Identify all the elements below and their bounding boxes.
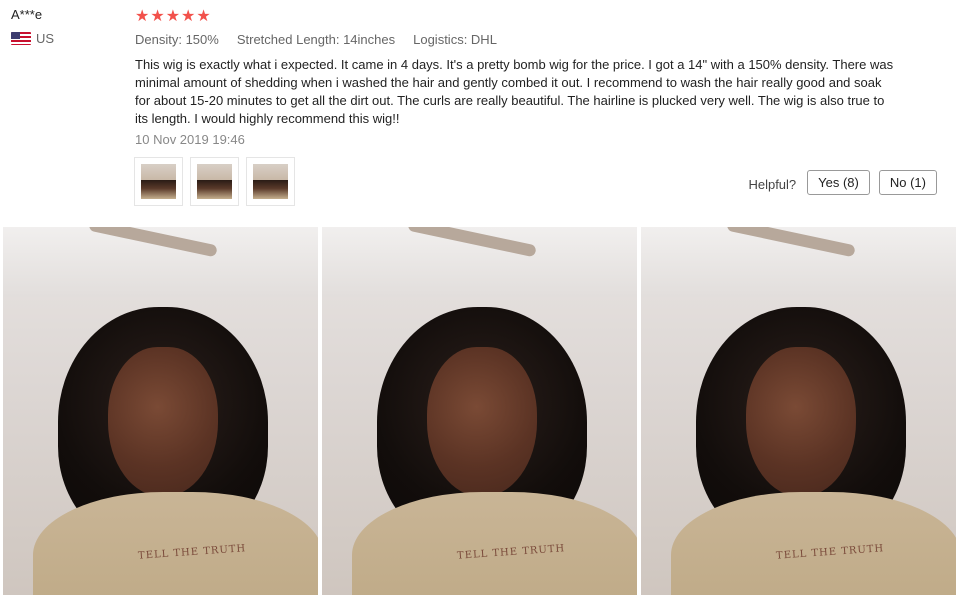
- star-icon: ★: [150, 6, 165, 25]
- photo-face: [746, 347, 856, 497]
- review-date: 10 Nov 2019 19:46: [135, 132, 245, 147]
- product-attributes: Density: 150% Stretched Length: 14inches…: [135, 32, 945, 47]
- helpful-vote: Helpful? Yes (8) No (1): [748, 170, 937, 195]
- photo-hoodie: [33, 492, 318, 595]
- thumbnail-2[interactable]: [190, 157, 239, 206]
- photo-hoodie: [671, 492, 956, 595]
- helpful-label: Helpful?: [748, 177, 797, 192]
- photo-thumbnails: [134, 157, 295, 206]
- photo-face: [108, 347, 218, 497]
- star-icon: ★: [165, 6, 181, 25]
- photo-face: [427, 347, 537, 497]
- star-icon: ★: [135, 6, 150, 25]
- thumbnail-image: [141, 164, 176, 199]
- review-photo-2[interactable]: TELL THE TRUTH: [322, 227, 637, 595]
- reviewer-name: A***e: [11, 7, 43, 22]
- thumbnail-1[interactable]: [134, 157, 183, 206]
- yes-vote-button[interactable]: Yes (8): [807, 170, 870, 195]
- no-vote-button[interactable]: No (1): [878, 170, 937, 195]
- attribute-logistics: Logistics: DHL: [413, 32, 497, 47]
- review-photo-3[interactable]: TELL THE TRUTH: [641, 227, 956, 595]
- review-text: This wig is exactly what i expected. It …: [135, 57, 894, 126]
- reviewer-info: A***e US: [11, 7, 54, 46]
- star-icon: ★: [196, 6, 211, 25]
- review-photo-1[interactable]: TELL THE TRUTH: [3, 227, 318, 595]
- thumbnail-image: [197, 164, 232, 199]
- us-flag-icon: [11, 32, 31, 45]
- attribute-length: Stretched Length: 14inches: [236, 32, 396, 47]
- star-icon: ★: [181, 6, 196, 25]
- thumbnail-3[interactable]: [246, 157, 295, 206]
- reviewer-country: US: [11, 31, 54, 46]
- photo-hoodie: [352, 492, 637, 595]
- attribute-density: Density: 150%: [135, 32, 219, 47]
- review-body: ★ ★ ★ ★ ★ Density: 150% Stretched Length…: [135, 7, 945, 148]
- review-photos: TELL THE TRUTH TELL THE TRUTH TELL THE T…: [3, 227, 956, 595]
- star-rating: ★ ★ ★ ★ ★: [135, 7, 945, 25]
- thumbnail-image: [253, 164, 288, 199]
- country-label: US: [36, 31, 55, 46]
